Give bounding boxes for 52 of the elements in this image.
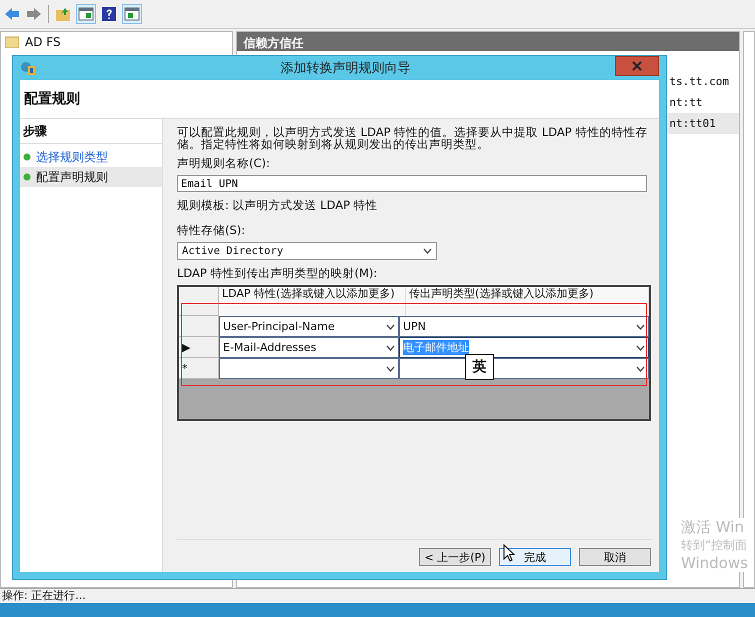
- activation-notice: 转到“控制面: [681, 537, 748, 554]
- chevron-icon: [423, 248, 432, 254]
- tree-item[interactable]: AD FS: [5, 35, 228, 49]
- pane-icon[interactable]: [123, 5, 141, 23]
- activation-notice: 激活 Win: [681, 518, 745, 537]
- status-dot-icon: [23, 153, 31, 161]
- intro-text: 可以配置此规则，以声明方式发送 LDAP 特性的值。选择要从中提取 LDAP 特性的特性存储。指定特性将如何映射到将从规则发出的传出声明类型。: [177, 127, 648, 150]
- status-text: 操作: 正在进行...: [0, 588, 755, 603]
- dialog-button[interactable]: 完成: [499, 548, 571, 566]
- attribute-dropdown[interactable]: E-Mail-Addresses: [219, 337, 399, 358]
- mouse-cursor-icon: [503, 544, 515, 562]
- chevron-icon: [386, 344, 395, 350]
- close-button[interactable]: [615, 56, 659, 76]
- template-text: 规则模板: 以声明方式发送 LDAP 特性: [177, 198, 379, 213]
- folder-up-icon[interactable]: [55, 6, 71, 22]
- row-header-cell: [179, 287, 219, 316]
- step-item[interactable]: 选择规则类型: [20, 147, 162, 167]
- pane-header: 信赖方信任: [237, 32, 740, 51]
- attribute-store-dropdown[interactable]: Active Directory: [177, 242, 437, 260]
- wizard-icon: [20, 60, 36, 76]
- activation-notice: Windows: [681, 554, 748, 572]
- dialog-button[interactable]: < 上一步(P): [419, 548, 491, 566]
- field-label: LDAP 特性到传出声明类型的映射(M):: [177, 266, 378, 281]
- pane-icon[interactable]: [77, 5, 95, 23]
- folder-icon: [5, 36, 19, 48]
- attribute-dropdown[interactable]: User-Principal-Name: [219, 316, 399, 337]
- row-indicator: ▶: [182, 340, 190, 354]
- input-mode-indicator: 英: [465, 354, 494, 380]
- status-dot-icon: [23, 173, 31, 181]
- field-label: 特性存储(S):: [177, 223, 246, 238]
- chevron-icon: [636, 366, 645, 372]
- dialog-button[interactable]: 取消: [579, 548, 651, 566]
- page-heading: 配置规则: [24, 90, 80, 108]
- column-header: LDAP 特性(选择或键入以添加更多): [219, 287, 406, 316]
- chevron-icon: [386, 324, 395, 330]
- chevron-icon: [386, 366, 395, 372]
- steps-title: 步骤: [20, 123, 162, 144]
- rule-name-field[interactable]: Email UPN: [177, 175, 647, 192]
- attribute-dropdown[interactable]: [219, 358, 399, 379]
- row-indicator: *: [182, 362, 188, 374]
- help-icon[interactable]: [101, 6, 117, 22]
- claim-type-dropdown[interactable]: UPN: [399, 316, 649, 337]
- column-header: 传出声明类型(选择或键入以添加更多): [406, 287, 649, 316]
- claim-type-dropdown[interactable]: [399, 358, 649, 379]
- close-icon: [632, 61, 642, 71]
- field-label: 声明规则名称(C):: [177, 156, 271, 171]
- step-item[interactable]: 配置声明规则: [20, 167, 162, 187]
- back-arrow-icon[interactable]: [4, 7, 20, 21]
- dialog-title: 添加转换声明规则向导: [280, 60, 412, 77]
- chevron-icon: [636, 344, 645, 350]
- chevron-icon: [636, 324, 645, 330]
- forward-arrow-icon[interactable]: [26, 7, 42, 21]
